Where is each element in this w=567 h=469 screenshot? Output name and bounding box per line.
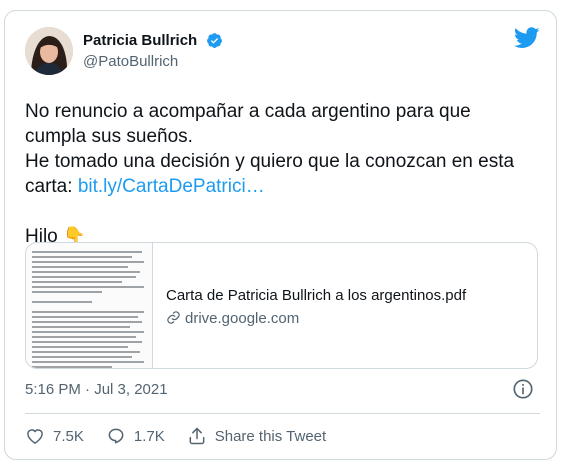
verified-badge-icon: [206, 33, 222, 49]
tweet-actions: 7.5K 1.7K Share this Tweet: [25, 423, 348, 449]
tweet-header: Patricia Bullrich @PatoBullrich: [25, 27, 540, 79]
share-icon: [189, 427, 205, 445]
document-text-line: [32, 261, 144, 263]
document-text-line: [32, 341, 142, 343]
avatar[interactable]: [25, 27, 73, 75]
document-text-line: [32, 276, 136, 278]
heart-icon: [27, 429, 43, 444]
document-text-line: [32, 356, 132, 358]
document-thumbnail: [26, 243, 153, 368]
share-label: Share this Tweet: [214, 427, 327, 445]
like-button[interactable]: 7.5K: [25, 426, 84, 446]
document-text-line: [32, 311, 144, 313]
handle[interactable]: @PatoBullrich: [83, 53, 223, 70]
document-text-line: [32, 281, 122, 283]
tweet-timestamp[interactable]: 5:16 PM · Jul 3, 2021: [25, 381, 168, 398]
info-icon[interactable]: [512, 378, 534, 400]
reply-button[interactable]: 1.7K: [106, 426, 165, 446]
display-name[interactable]: Patricia Bullrich: [83, 32, 197, 49]
document-text-line: [32, 336, 136, 338]
document-text-line: [32, 351, 140, 353]
document-text-line: [32, 256, 132, 258]
link-preview-card[interactable]: Carta de Patricia Bullrich a los argenti…: [25, 242, 538, 369]
link-card-body: Carta de Patricia Bullrich a los argenti…: [166, 287, 527, 327]
document-text-line: [32, 291, 102, 293]
document-text-line: [32, 286, 144, 288]
document-text-line: [32, 266, 128, 268]
reply-count: 1.7K: [133, 427, 165, 445]
author-names: Patricia Bullrich @PatoBullrich: [83, 32, 223, 70]
tweet-text: No renuncio a acompañar a cada argentino…: [25, 99, 540, 249]
twitter-bird-icon[interactable]: [514, 27, 540, 49]
divider: [25, 413, 540, 414]
link-card-domain: drive.google.com: [166, 310, 527, 327]
document-text-line: [32, 316, 138, 318]
document-text-line: [32, 321, 142, 323]
link-card-title: Carta de Patricia Bullrich a los argenti…: [166, 287, 467, 304]
document-text-line: [32, 301, 92, 303]
document-text-line: [32, 271, 140, 273]
document-text-line: [32, 251, 142, 253]
document-text-line: [32, 326, 130, 328]
tweet-link[interactable]: bit.ly/CartaDePatrici…: [78, 176, 265, 197]
document-text-line: [32, 361, 144, 363]
document-text-line: [32, 346, 128, 348]
tweet-card[interactable]: Patricia Bullrich @PatoBullrich No renun…: [4, 10, 557, 460]
link-icon: [167, 311, 180, 324]
link-card-domain-text: drive.google.com: [185, 310, 300, 327]
like-count: 7.5K: [53, 427, 84, 445]
share-button[interactable]: Share this Tweet: [187, 426, 326, 446]
document-text-line: [32, 366, 112, 368]
document-text-line: [32, 331, 144, 333]
reply-icon: [108, 428, 124, 444]
